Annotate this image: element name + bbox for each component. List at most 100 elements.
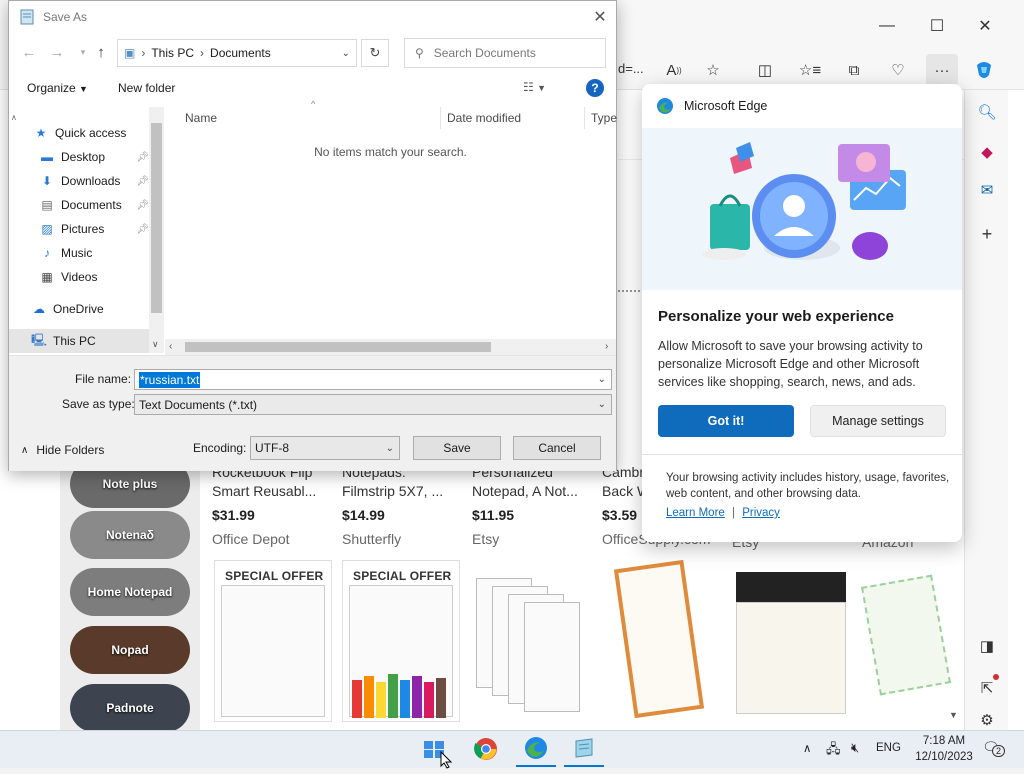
popup-illustration bbox=[642, 128, 962, 290]
nav-item-this-pc[interactable]: 🖳︎ This PC bbox=[9, 329, 149, 353]
privacy-link[interactable]: Privacy bbox=[742, 507, 780, 519]
pill-item[interactable]: Padnote bbox=[70, 684, 190, 732]
search-box[interactable]: ⚲ Search Documents bbox=[404, 38, 606, 68]
scroll-down-icon[interactable]: ▼ bbox=[949, 710, 958, 720]
edge-icon bbox=[525, 737, 547, 759]
favorite-star-icon[interactable]: ☆ bbox=[697, 54, 729, 86]
pill-item[interactable]: Notenaδ bbox=[70, 511, 190, 559]
documents-icon: ▤ bbox=[41, 198, 53, 212]
notepad-image bbox=[349, 585, 453, 718]
network-icon[interactable]: 🖧︎ bbox=[826, 740, 841, 762]
address-bar[interactable]: ▣ › This PC › Documents ⌄ bbox=[117, 39, 357, 67]
input-language-indicator[interactable]: ENG bbox=[876, 742, 901, 754]
product-card[interactable]: Notepads: Filmstrip 5X7, ... $14.99 Shut… bbox=[342, 464, 472, 547]
sidebar-toggle-icon[interactable]: ◨ bbox=[965, 626, 1009, 666]
chevron-down-icon[interactable]: ⌄ bbox=[598, 374, 606, 385]
save-type-select[interactable]: Text Documents (*.txt) ⌄ bbox=[134, 394, 612, 415]
outlook-icon[interactable]: ✉ bbox=[965, 170, 1009, 210]
edge-taskbar-button[interactable] bbox=[516, 731, 556, 767]
dialog-title-bar: Save As bbox=[9, 1, 616, 33]
scroll-down-icon[interactable]: ∨ bbox=[152, 339, 159, 350]
file-name-input[interactable]: *russian.txt ⌄ bbox=[134, 369, 612, 390]
file-list: ^ Name Date modified Type No items match… bbox=[165, 99, 617, 353]
scrollbar-thumb[interactable] bbox=[151, 123, 162, 313]
manage-settings-button[interactable]: Manage settings bbox=[810, 405, 946, 437]
breadcrumb-this-pc[interactable]: This PC bbox=[151, 46, 194, 60]
encoding-select[interactable]: UTF-8 ⌄ bbox=[250, 436, 400, 460]
add-icon[interactable]: + bbox=[965, 214, 1009, 254]
clock-date: 12/10/2023 bbox=[915, 751, 973, 763]
open-external-icon[interactable]: ⇱ bbox=[965, 668, 1009, 708]
pill-item[interactable]: Nopad bbox=[70, 626, 190, 674]
clock[interactable]: 7:18 AM 12/10/2023 bbox=[914, 733, 974, 765]
notification-center-button[interactable]: 🗨︎ 2 bbox=[982, 739, 1006, 757]
close-window-button[interactable]: ✕ bbox=[962, 0, 1008, 52]
scrollbar-thumb[interactable] bbox=[185, 342, 491, 352]
got-it-button[interactable]: Got it! bbox=[658, 405, 794, 437]
favorites-icon[interactable]: ☆≡ bbox=[794, 54, 826, 86]
notepad-image bbox=[860, 574, 952, 696]
address-bar-text[interactable]: d=... bbox=[618, 61, 644, 76]
breadcrumb-documents[interactable]: Documents bbox=[210, 46, 271, 60]
learn-more-link[interactable]: Learn More bbox=[666, 507, 725, 519]
nav-item-music[interactable]: ♪ Music bbox=[9, 241, 149, 265]
volume-muted-icon[interactable]: 🔇︎ bbox=[851, 740, 859, 756]
settings-icon[interactable]: ⚙ bbox=[965, 710, 1009, 730]
product-thumbnail[interactable] bbox=[732, 560, 850, 722]
help-icon[interactable]: ? bbox=[586, 79, 604, 97]
nav-item-label: Music bbox=[61, 246, 93, 260]
office-icon[interactable]: ◆ bbox=[965, 132, 1009, 172]
nav-item-desktop[interactable]: ▬ Desktop 📌︎ bbox=[9, 145, 149, 169]
product-thumbnail[interactable] bbox=[602, 559, 720, 722]
chevron-down-icon[interactable]: ⌄ bbox=[598, 399, 606, 410]
nav-item-onedrive[interactable]: ☁ OneDrive bbox=[9, 297, 149, 321]
scroll-left-icon[interactable]: ‹ bbox=[169, 341, 172, 352]
product-thumbnail[interactable] bbox=[472, 560, 590, 722]
maximize-button[interactable]: ☐ bbox=[914, 0, 960, 52]
chevron-down-icon[interactable]: ⌄ bbox=[342, 48, 350, 59]
cancel-button[interactable]: Cancel bbox=[513, 436, 601, 460]
desktop-icon: ▬ bbox=[41, 150, 53, 164]
refresh-button[interactable]: ↻ bbox=[361, 39, 389, 67]
more-icon[interactable]: ··· bbox=[926, 54, 958, 86]
file-list-hscrollbar[interactable]: ‹ › bbox=[165, 339, 616, 355]
nav-item-videos[interactable]: ▦ Videos bbox=[9, 265, 149, 289]
search-icon[interactable]: 🔍︎ bbox=[965, 92, 1009, 132]
back-button[interactable]: ← bbox=[17, 40, 41, 64]
copilot-icon[interactable] bbox=[968, 54, 1000, 86]
product-card[interactable]: Personalized Notepad, A Not... $11.95 Et… bbox=[472, 464, 602, 547]
chevron-down-icon[interactable]: ⌄ bbox=[386, 443, 394, 454]
nav-item-label: Documents bbox=[61, 198, 122, 212]
view-options-button[interactable]: ☷ ▼ bbox=[523, 80, 546, 94]
save-button[interactable]: Save bbox=[413, 436, 501, 460]
collections-icon[interactable]: ⧉ bbox=[838, 54, 870, 86]
nav-item-documents[interactable]: ▤ Documents 📌︎ bbox=[9, 193, 149, 217]
column-header-type[interactable]: Type bbox=[585, 107, 617, 129]
product-thumbnail[interactable] bbox=[860, 560, 952, 722]
nav-item-downloads[interactable]: ⬇ Downloads 📌︎ bbox=[9, 169, 149, 193]
notepad-taskbar-button[interactable] bbox=[564, 731, 604, 767]
product-card[interactable]: Rocketbook Flip Smart Reusabl... $31.99 … bbox=[212, 464, 342, 547]
pill-item[interactable]: Home Notepad bbox=[70, 568, 190, 616]
minimize-button[interactable]: — bbox=[864, 0, 910, 52]
up-button[interactable]: ↑ bbox=[89, 40, 113, 64]
product-thumbnail[interactable]: SPECIAL OFFER bbox=[342, 560, 460, 722]
hide-folders-button[interactable]: ∧ Hide Folders bbox=[21, 443, 104, 457]
scroll-right-icon[interactable]: › bbox=[605, 341, 608, 352]
column-header-date[interactable]: Date modified bbox=[441, 107, 585, 129]
browser-essentials-icon[interactable]: ♡ bbox=[882, 54, 914, 86]
read-aloud-icon[interactable]: A)) bbox=[658, 54, 690, 86]
chrome-taskbar-button[interactable] bbox=[466, 731, 506, 767]
split-screen-icon[interactable]: ◫ bbox=[749, 54, 781, 86]
show-hidden-icons-button[interactable]: ∧ bbox=[803, 741, 811, 755]
nav-item-quick-access[interactable]: ★ Quick access bbox=[9, 121, 149, 145]
column-header-name[interactable]: Name bbox=[165, 107, 441, 129]
new-folder-button[interactable]: New folder bbox=[118, 81, 175, 95]
product-thumbnail[interactable]: SPECIAL OFFER bbox=[214, 560, 332, 722]
nav-item-pictures[interactable]: ▨ Pictures 📌︎ bbox=[9, 217, 149, 241]
breadcrumb-separator-icon: › bbox=[141, 46, 146, 60]
organize-menu[interactable]: Organize ▼ bbox=[27, 81, 88, 95]
nav-pane-scrollbar[interactable]: ∨ bbox=[149, 107, 164, 353]
dialog-close-button[interactable]: ✕ bbox=[587, 5, 613, 29]
forward-button[interactable]: → bbox=[45, 40, 69, 64]
